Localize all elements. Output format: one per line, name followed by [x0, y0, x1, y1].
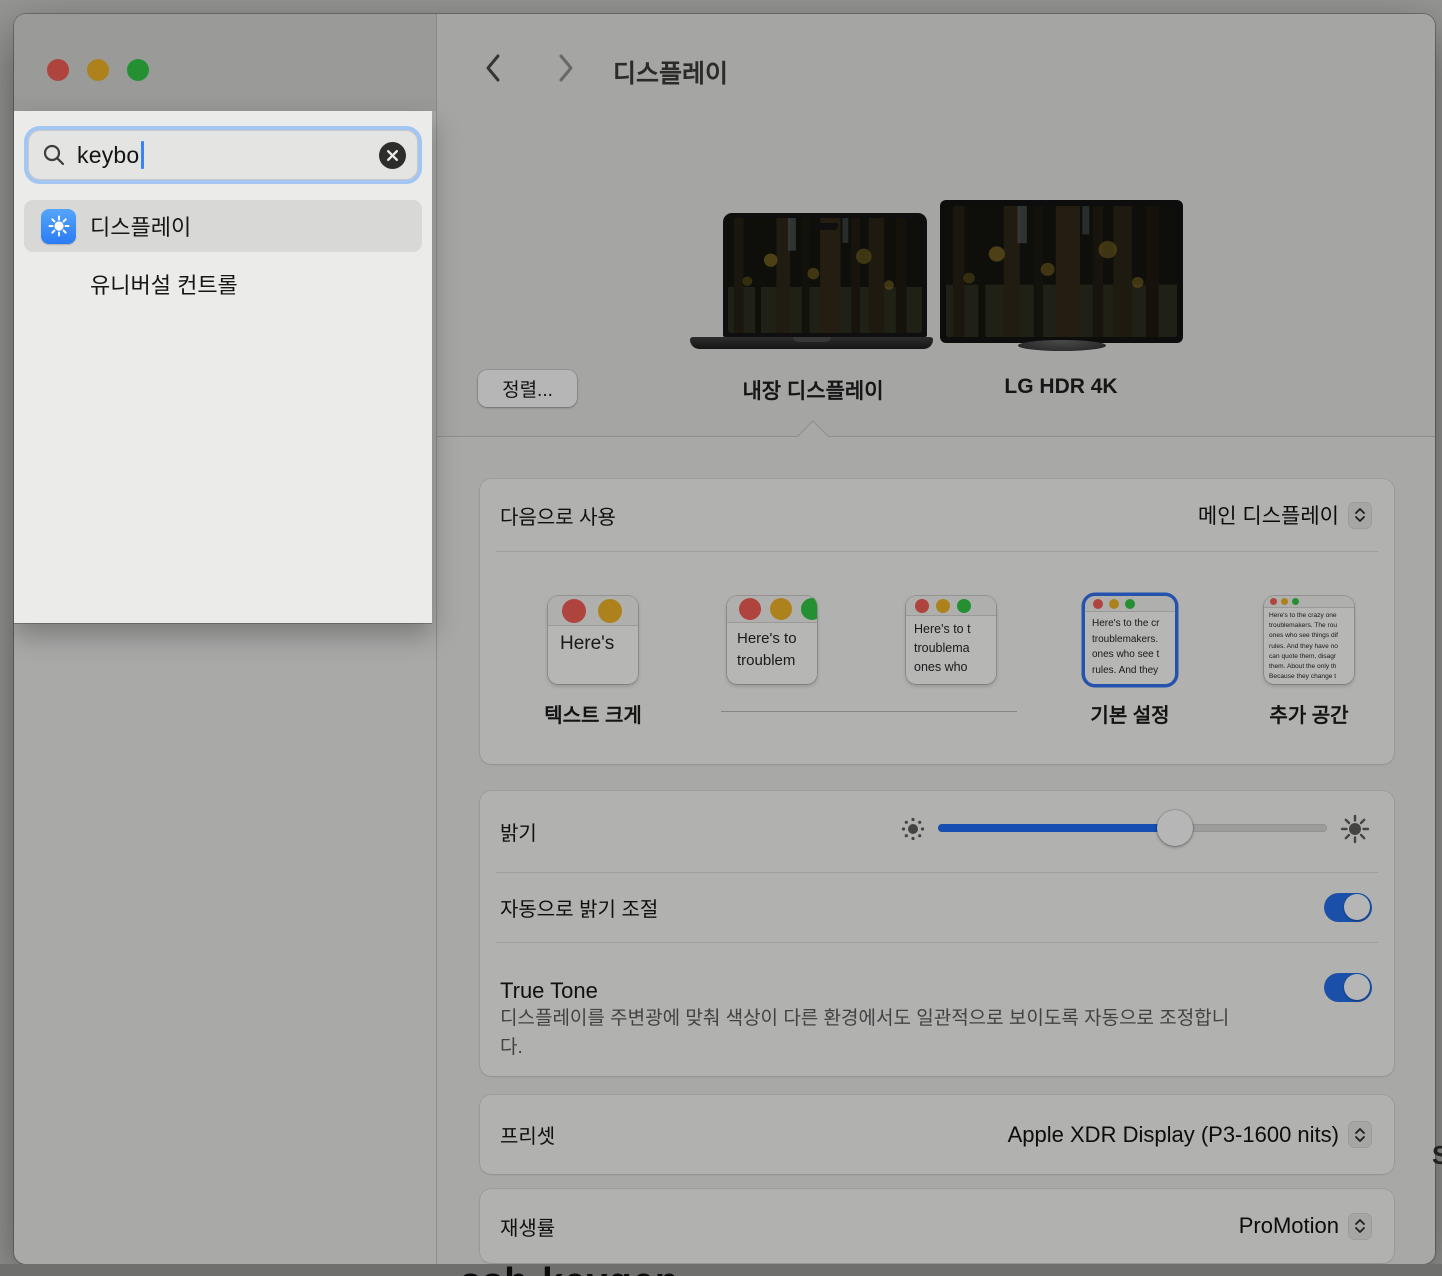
use-as-card: 다음으로 사용 메인 디스플레이 Here's [480, 479, 1394, 764]
brightness-bright-icon [1340, 814, 1370, 849]
text-cursor [141, 141, 144, 169]
display-builtin-label: 내장 디스플레이 [742, 375, 883, 405]
scaling-options-line [721, 711, 1017, 712]
brightness-fill [938, 824, 1175, 832]
desktop-strip: ssh-keygen [0, 1264, 1442, 1276]
preview-close-dot [1270, 598, 1277, 605]
display-lg-preview[interactable] [940, 200, 1183, 343]
search-result-display[interactable]: 디스플레이 [24, 200, 422, 252]
preset-dropdown[interactable] [1348, 1121, 1372, 1148]
refresh-rate-label: 재생률 [500, 1212, 555, 1241]
refresh-rate-dropdown[interactable] [1348, 1213, 1372, 1240]
preview-close-dot [915, 599, 929, 613]
preview-close-dot [739, 598, 761, 620]
desktop-text: ssh-keygen [460, 1264, 679, 1276]
auto-brightness-label: 자동으로 밝기 조절 [500, 893, 658, 922]
scaling-option-2[interactable]: Here's to troublem [727, 596, 817, 684]
brightness-slider-thumb[interactable] [1157, 810, 1193, 846]
scaling-preview-text: Here's [548, 626, 638, 655]
brightness-card: 밝기 [480, 791, 1394, 1076]
search-query-text: keybo [77, 142, 139, 169]
zoom-button[interactable] [127, 59, 149, 81]
preview-close-dot [562, 599, 586, 623]
search-icon [42, 143, 66, 167]
preview-minimize-dot [1281, 598, 1288, 605]
preview-zoom-dot [801, 598, 817, 620]
preview-close-dot [1093, 599, 1103, 609]
scaling-preview-text: Here's to t troublema ones who [906, 616, 996, 676]
scaling-option-default[interactable]: Here's to the cr troublemakers. ones who… [1085, 596, 1175, 684]
result-label: 유니버설 컨트롤 [90, 268, 238, 300]
true-tone-description: 디스플레이를 주변광에 맞춰 색상이 다른 환경에서도 일관적으로 보이도록 자… [500, 1004, 1250, 1062]
sidebar: keybo [14, 14, 437, 1264]
scaling-option-more-space[interactable]: Here's to the crazy one troublemakers. T… [1264, 596, 1354, 684]
monitor-stand [1018, 340, 1106, 351]
display-settings-section: 다음으로 사용 메인 디스플레이 Here's [437, 436, 1435, 1264]
minimize-button[interactable] [87, 59, 109, 81]
system-settings-window: keybo [14, 14, 1435, 1264]
preview-zoom-dot [1292, 598, 1299, 605]
scaling-label-larger-text: 텍스트 크게 [544, 699, 642, 728]
search-results-list: 디스플레이 유니버설 컨트롤 [24, 200, 422, 306]
preview-minimize-dot [770, 598, 792, 620]
close-button[interactable] [47, 59, 69, 81]
display-picker: 내장 디스플레이 LG HDR 4K 정렬... [437, 110, 1435, 436]
display-lg-label: LG HDR 4K [1004, 375, 1117, 399]
preset-card: 프리셋 Apple XDR Display (P3-1600 nits) [480, 1095, 1394, 1174]
use-as-value: 메인 디스플레이 [1198, 500, 1339, 530]
scaling-option-larger-text[interactable]: Here's [548, 596, 638, 684]
true-tone-toggle[interactable] [1324, 973, 1372, 1002]
true-tone-label: True Tone [500, 978, 598, 1004]
clear-search-button[interactable] [379, 142, 406, 169]
scaling-label-default: 기본 설정 [1090, 699, 1169, 728]
scaling-preview-text: Here's to the crazy one troublemakers. T… [1264, 608, 1354, 683]
desktop-edge-text: S [1432, 1140, 1442, 1171]
preview-minimize-dot [936, 599, 950, 613]
macbook-notch [812, 223, 838, 230]
display-builtin-preview[interactable] [723, 213, 927, 337]
main-content: 디스플레이 [437, 14, 1435, 1264]
search-input[interactable]: keybo [24, 126, 422, 184]
refresh-rate-card: 재생률 ProMotion [480, 1189, 1394, 1263]
back-button[interactable] [477, 52, 509, 84]
scaling-preview-text: Here's to troublem [727, 623, 817, 672]
result-label: 디스플레이 [90, 210, 191, 242]
use-as-dropdown[interactable] [1348, 502, 1372, 529]
forward-button[interactable] [550, 52, 582, 84]
scaling-label-more-space: 추가 공간 [1269, 699, 1348, 728]
brightness-slider[interactable] [938, 824, 1327, 832]
preset-label: 프리셋 [500, 1120, 555, 1149]
scaling-option-3[interactable]: Here's to t troublema ones who [906, 596, 996, 684]
wallpaper-forest [728, 218, 922, 333]
auto-brightness-toggle[interactable] [1324, 893, 1372, 922]
preset-value: Apple XDR Display (P3-1600 nits) [1008, 1122, 1339, 1148]
wallpaper-forest [946, 206, 1177, 337]
macbook-base [690, 337, 933, 349]
preview-zoom-dot [957, 599, 971, 613]
preview-minimize-dot [598, 599, 622, 623]
search-results-panel: keybo [14, 111, 432, 623]
content-header: 디스플레이 [437, 14, 1435, 110]
search-result-universal-control[interactable]: 유니버설 컨트롤 [24, 262, 422, 306]
refresh-rate-value: ProMotion [1239, 1213, 1339, 1239]
window-titlebar[interactable] [14, 14, 436, 111]
arrange-button[interactable]: 정렬... [478, 370, 577, 407]
brightness-label: 밝기 [500, 817, 537, 846]
preview-zoom-dot [1125, 599, 1135, 609]
brightness-dim-icon [900, 816, 926, 847]
preview-minimize-dot [1109, 599, 1119, 609]
brightness-icon [41, 209, 76, 244]
scaling-preview-text: Here's to the cr troublemakers. ones who… [1085, 612, 1175, 678]
page-title: 디스플레이 [613, 54, 728, 90]
use-as-label: 다음으로 사용 [500, 501, 616, 530]
traffic-lights [47, 59, 149, 81]
